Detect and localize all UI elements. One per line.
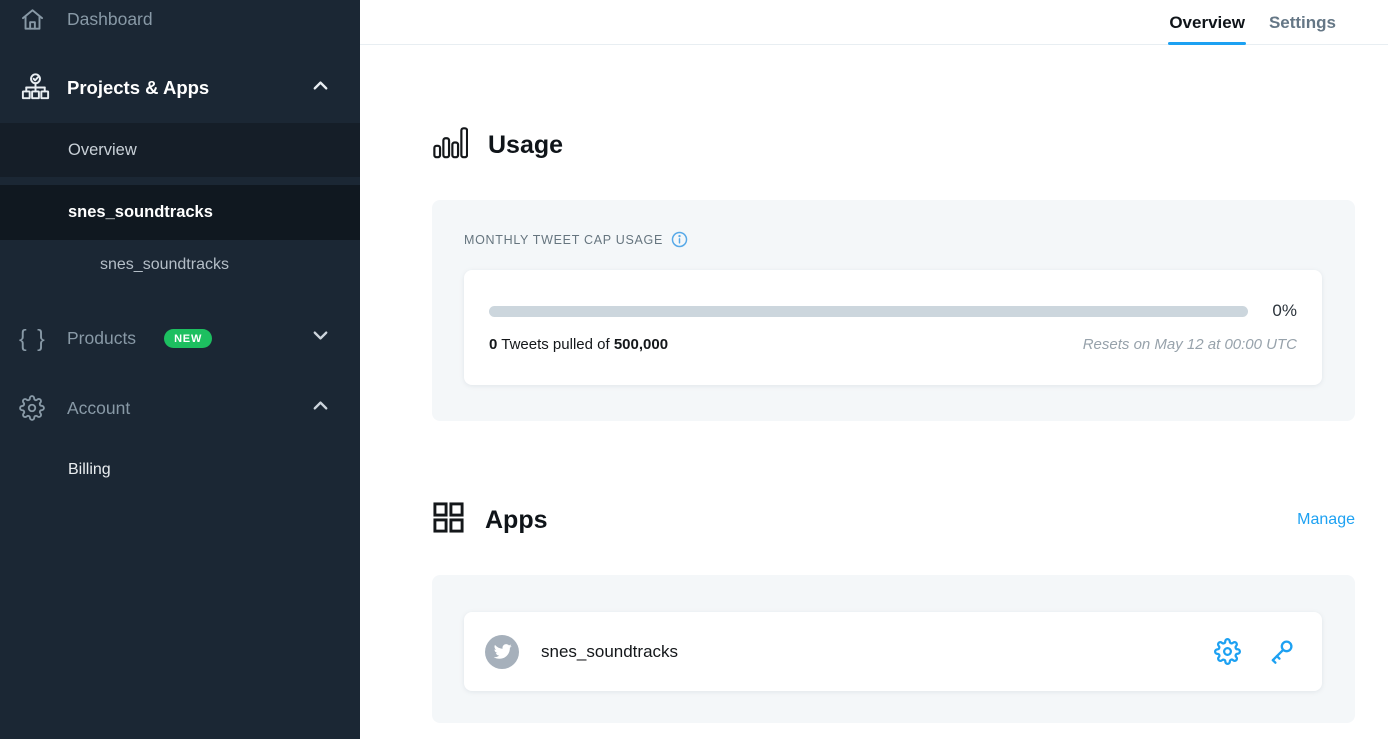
sidebar-item-app-snes-soundtracks[interactable]: snes_soundtracks [0, 248, 360, 282]
sidebar-item-projects-apps[interactable]: Projects & Apps [0, 64, 360, 112]
tab-settings[interactable]: Settings [1268, 0, 1337, 45]
apps-section-title: Apps [485, 506, 548, 535]
usage-card-label: MONTHLY TWEET CAP USAGE [464, 233, 663, 247]
progress-track [489, 306, 1248, 317]
usage-section-header: Usage [432, 126, 563, 164]
progress-percent: 0% [1267, 301, 1297, 321]
braces-icon: { } [19, 327, 67, 350]
sidebar-item-label: snes_soundtracks [68, 203, 213, 222]
tab-nav: Overview Settings [1168, 0, 1337, 45]
sidebar-item-label: Dashboard [67, 9, 153, 30]
new-badge: NEW [164, 329, 212, 348]
app-name: snes_soundtracks [541, 642, 678, 662]
usage-card: MONTHLY TWEET CAP USAGE 0% [432, 200, 1355, 421]
tab-overview[interactable]: Overview [1168, 0, 1246, 45]
usage-section-title: Usage [488, 131, 563, 160]
usage-card-label-row: MONTHLY TWEET CAP USAGE [464, 231, 688, 248]
tweets-pulled-label: Tweets pulled of [497, 336, 613, 353]
sidebar-item-label: snes_soundtracks [100, 256, 229, 274]
sidebar-item-project-snes-soundtracks[interactable]: snes_soundtracks [0, 185, 360, 240]
chevron-up-icon [309, 74, 332, 102]
main-content: Overview Settings Usage MONTHLY TWEET CA… [360, 0, 1388, 739]
bar-chart-icon [432, 126, 468, 165]
sidebar-item-overview[interactable]: Overview [0, 123, 360, 177]
sidebar: Dashboard Projects & Apps [0, 0, 360, 739]
api-key-icon[interactable] [1267, 638, 1295, 666]
apps-section-header: Apps Manage [432, 501, 1355, 539]
tweet-cap-usage-panel: 0% 0 Tweets pulled of 500,000 Resets on … [464, 270, 1322, 385]
resets-text: Resets on May 12 at 00:00 UTC [1083, 336, 1297, 353]
tweet-cap-value: 500,000 [614, 336, 668, 353]
tweets-pulled-text: 0 Tweets pulled of 500,000 [489, 336, 668, 353]
avatar [485, 635, 519, 669]
sidebar-item-label: Account [67, 398, 130, 419]
home-icon [19, 6, 67, 33]
sidebar-item-billing[interactable]: Billing [0, 452, 360, 488]
progress-row: 0% [489, 301, 1297, 321]
sidebar-item-products[interactable]: { } Products NEW [0, 316, 360, 360]
app-list-item[interactable]: snes_soundtracks [464, 612, 1322, 691]
sidebar-item-dashboard[interactable]: Dashboard [0, 0, 360, 38]
chevron-up-icon [309, 394, 332, 422]
app-root: Dashboard Projects & Apps [0, 0, 1388, 739]
gear-icon [19, 395, 67, 421]
top-tab-bar: Overview Settings [360, 0, 1388, 45]
sidebar-item-label: Billing [68, 461, 111, 479]
app-actions [1214, 638, 1295, 666]
info-icon[interactable] [671, 231, 688, 248]
sidebar-item-label: Overview [68, 141, 137, 160]
app-settings-gear-icon[interactable] [1214, 638, 1241, 665]
manage-link[interactable]: Manage [1297, 511, 1355, 529]
twitter-bird-icon [493, 642, 512, 661]
grid-icon [432, 501, 465, 539]
sidebar-item-account[interactable]: Account [0, 386, 360, 430]
usage-meta-row: 0 Tweets pulled of 500,000 Resets on May… [489, 336, 1297, 353]
apps-card: snes_soundtracks [432, 575, 1355, 723]
chevron-down-icon [309, 324, 332, 352]
sidebar-item-label: Projects & Apps [67, 77, 209, 99]
sitemap-icon [19, 72, 67, 105]
sidebar-item-label: Products [67, 328, 136, 349]
